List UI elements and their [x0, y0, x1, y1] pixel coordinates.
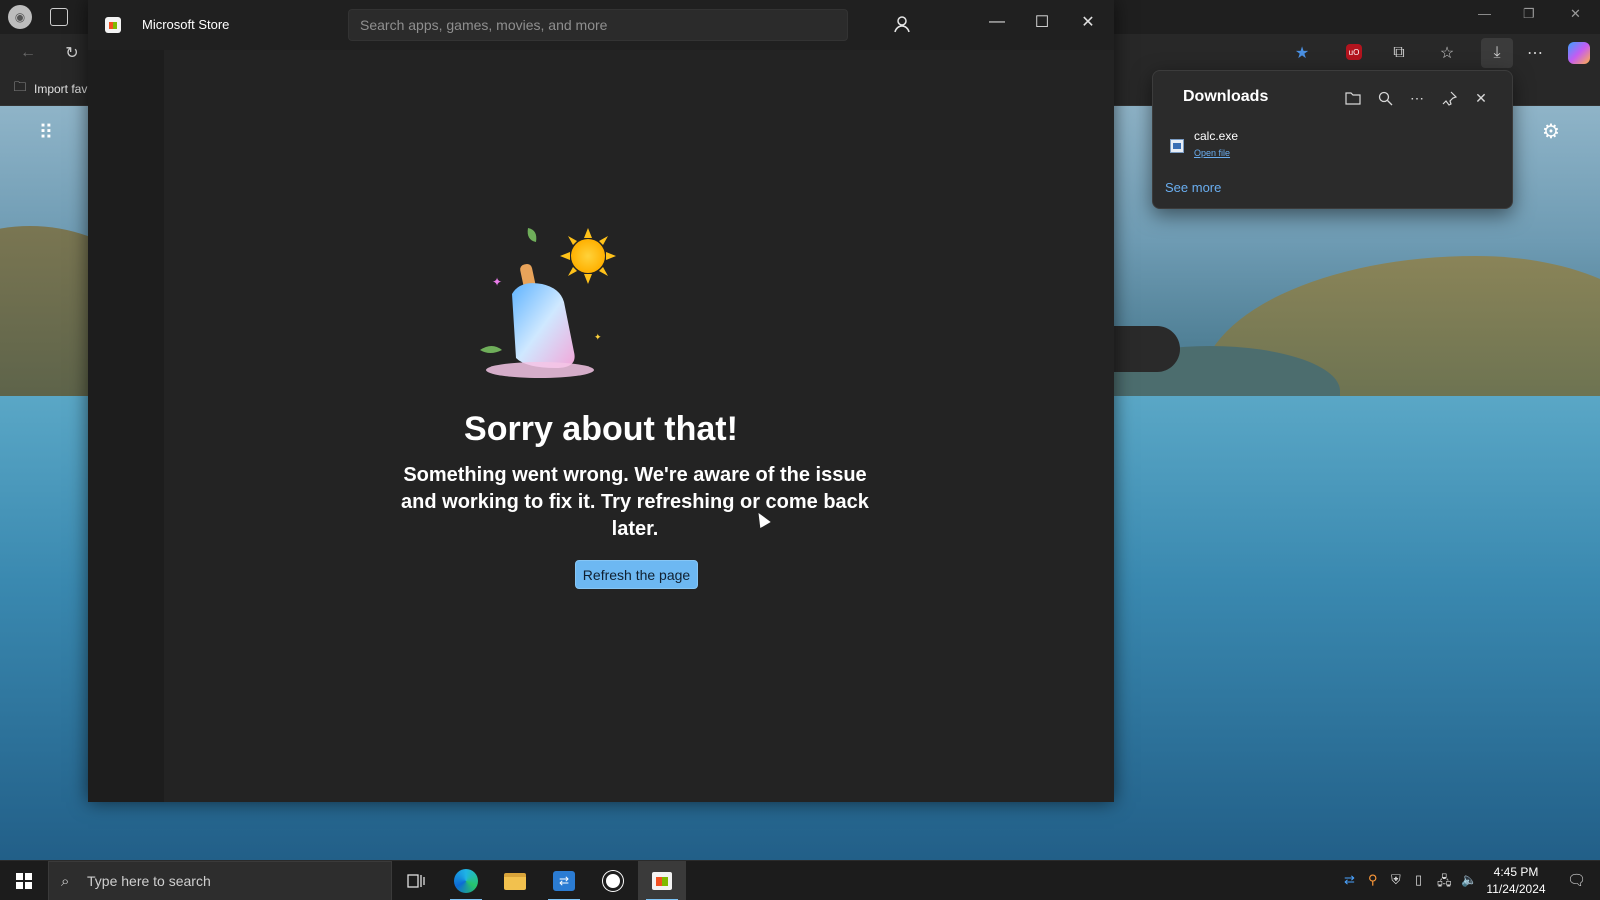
- svg-text:✦: ✦: [594, 333, 602, 343]
- store-maximize-icon[interactable]: ☐: [1022, 8, 1062, 36]
- settings-gear-icon[interactable]: ⚙: [1540, 120, 1562, 143]
- downloads-panel: Downloads ⋯ ✕ calc.exe Open file See mor…: [1152, 70, 1513, 209]
- store-titlebar: Microsoft Store Search apps, games, movi…: [88, 0, 1114, 50]
- taskbar-search-box[interactable]: ⌕ Type here to search: [48, 861, 392, 900]
- search-icon: ⌕: [61, 873, 70, 890]
- extensions-icon[interactable]: ⧉: [1389, 43, 1409, 63]
- clock-app-taskbar-icon[interactable]: [589, 861, 637, 900]
- store-minimize-icon[interactable]: —: [977, 8, 1017, 36]
- open-folder-icon[interactable]: [1342, 87, 1364, 109]
- store-search-input[interactable]: Search apps, games, movies, and more: [348, 9, 848, 41]
- profile-avatar[interactable]: ◉: [8, 5, 32, 29]
- file-explorer-taskbar-icon[interactable]: [491, 861, 539, 900]
- clock-time: 4:45 PM: [1493, 865, 1539, 879]
- store-close-icon[interactable]: ✕: [1068, 8, 1108, 36]
- browser-restore-icon[interactable]: ❐: [1523, 6, 1535, 22]
- store-logo-icon: [105, 17, 121, 33]
- windows-taskbar: ⌕ Type here to search ⇄ ⇄ ⚲ ⛨ ▯ 🖧 🔈 4:45…: [0, 860, 1600, 900]
- remote-tray-icon[interactable]: ⇄: [1344, 872, 1355, 888]
- user-account-icon[interactable]: [892, 14, 914, 36]
- search-downloads-icon[interactable]: [1374, 87, 1396, 109]
- windows-logo-icon: [16, 873, 32, 889]
- defender-tray-icon[interactable]: ⛨: [1391, 872, 1401, 888]
- start-button[interactable]: [0, 861, 48, 900]
- open-file-link[interactable]: Open file: [1194, 148, 1230, 158]
- download-filename: calc.exe: [1194, 129, 1239, 143]
- exe-file-icon: [1170, 139, 1184, 153]
- import-favorites-link[interactable]: Import fav: [34, 82, 87, 96]
- error-message: Something went wrong. We're aware of the…: [401, 464, 869, 540]
- downloads-icon[interactable]: ⤓: [1481, 38, 1513, 68]
- store-taskbar-icon[interactable]: [638, 861, 686, 900]
- more-options-icon[interactable]: ⋯: [1406, 87, 1428, 109]
- store-search-placeholder: Search apps, games, movies, and more: [360, 17, 608, 33]
- favorites-icon[interactable]: ☆: [1437, 43, 1457, 63]
- import-folder-icon: 🗀: [13, 79, 27, 94]
- microsoft-store-window: Microsoft Store Search apps, games, movi…: [88, 0, 1114, 802]
- favorite-star-icon[interactable]: ★: [1292, 43, 1312, 63]
- ublock-extension-icon[interactable]: uO: [1346, 44, 1362, 60]
- usb-tray-icon[interactable]: ▯: [1415, 872, 1422, 888]
- back-icon[interactable]: ←: [18, 43, 38, 63]
- volume-muted-icon[interactable]: 🔈: [1461, 872, 1477, 888]
- copilot-icon[interactable]: [1568, 42, 1590, 64]
- apps-grid-icon[interactable]: ⠿: [34, 120, 58, 144]
- browser-minimize-icon[interactable]: —: [1478, 6, 1491, 21]
- refresh-page-button[interactable]: Refresh the page: [575, 560, 698, 589]
- remote-desktop-taskbar-icon[interactable]: ⇄: [540, 861, 588, 900]
- taskbar-search-placeholder: Type here to search: [87, 873, 211, 889]
- pin-icon[interactable]: [1438, 87, 1460, 109]
- task-view-button[interactable]: [392, 861, 440, 900]
- melting-popsicle-illustration: ✦ ✦: [470, 224, 630, 384]
- error-heading: Sorry about that!: [464, 410, 738, 448]
- see-more-link[interactable]: See more: [1165, 180, 1221, 195]
- taskbar-clock[interactable]: 4:45 PM 11/24/2024: [1476, 864, 1556, 898]
- more-icon[interactable]: ⋯: [1525, 43, 1545, 63]
- search-tray-icon[interactable]: ⚲: [1368, 872, 1378, 888]
- tab-actions-icon[interactable]: [50, 8, 68, 26]
- browser-close-icon[interactable]: ✕: [1570, 6, 1581, 22]
- store-title: Microsoft Store: [142, 17, 230, 32]
- downloads-title: Downloads: [1183, 88, 1269, 105]
- close-downloads-icon[interactable]: ✕: [1470, 87, 1492, 109]
- clock-date: 11/24/2024: [1486, 882, 1546, 896]
- svg-text:✦: ✦: [492, 275, 502, 289]
- network-tray-icon[interactable]: 🖧: [1437, 872, 1452, 894]
- edge-taskbar-icon[interactable]: [442, 861, 490, 900]
- reload-icon[interactable]: ↻: [62, 43, 82, 63]
- notifications-icon[interactable]: 🗨: [1567, 871, 1586, 889]
